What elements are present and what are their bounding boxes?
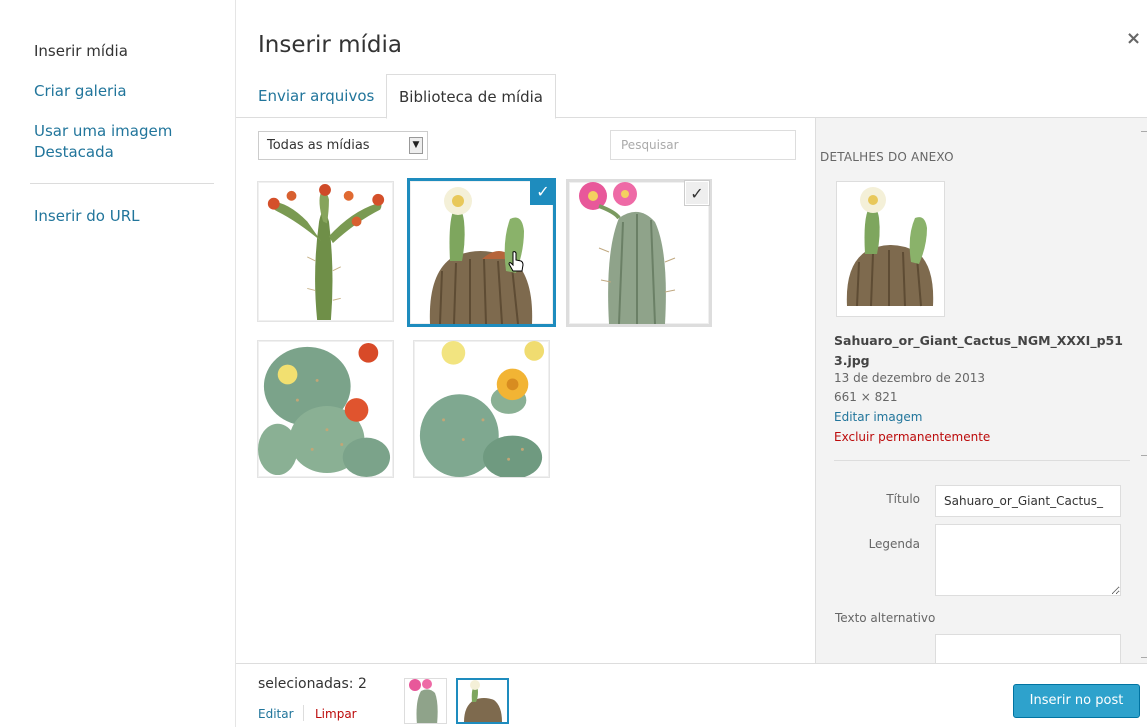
clear-selection-link[interactable]: Limpar	[315, 707, 357, 721]
barrel-cactus-image	[846, 187, 934, 307]
media-menu	[0, 0, 236, 727]
scrollbar[interactable]	[1141, 455, 1147, 456]
details-date: 13 de dezembro de 2013	[834, 371, 986, 385]
media-filter-select[interactable]: Todas as mídias ▼	[258, 131, 428, 160]
menu-item-insert-from-url[interactable]: Inserir do URL	[34, 206, 139, 227]
insert-into-post-button[interactable]: Inserir no post	[1013, 684, 1140, 718]
media-toolbar-bottom	[236, 663, 1147, 727]
details-filename: Sahuaro_or_Giant_Cactus_NGM_XXXI_p513.jp…	[834, 333, 1123, 368]
selection-separator	[303, 705, 304, 721]
title-label: Título	[886, 492, 920, 506]
alt-text-field[interactable]	[935, 634, 1121, 664]
router-tabs: Enviar arquivos Biblioteca de mídia	[236, 74, 1147, 119]
selection-count: selecionadas: 2	[258, 676, 367, 692]
selection-thumbnail[interactable]	[404, 678, 447, 724]
opuntia-orange-flowers-image	[258, 342, 391, 477]
details-thumbnail	[836, 181, 945, 317]
menu-item-insert-media[interactable]: Inserir mídia	[34, 41, 128, 62]
tab-media-library[interactable]: Biblioteca de mídia	[386, 74, 556, 119]
delete-permanently-link[interactable]: Excluir permanentemente	[834, 430, 990, 444]
menu-item-featured-image[interactable]: Usar uma imagem Destacada	[34, 121, 214, 163]
barrel-cactus-image	[464, 680, 502, 722]
edit-selection-link[interactable]: Editar	[258, 707, 294, 721]
checkmark-icon[interactable]: ✓	[684, 180, 710, 206]
alt-text-label: Texto alternativo	[835, 611, 936, 625]
details-dimensions: 661 × 821	[834, 390, 898, 404]
caption-field[interactable]	[935, 524, 1121, 596]
menu-item-create-gallery[interactable]: Criar galeria	[34, 81, 127, 102]
prickly-pear-orange-flowers-image	[267, 184, 385, 320]
modal-title: Inserir mídia	[258, 32, 402, 58]
tab-upload-files[interactable]: Enviar arquivos	[246, 74, 386, 118]
attachment-thumbnail[interactable]	[257, 340, 394, 478]
chevron-down-icon[interactable]: ▼	[409, 137, 423, 154]
scrollbar[interactable]	[1141, 657, 1147, 658]
opuntia-yellow-flowers-image	[419, 341, 545, 477]
selection-thumbnail-active[interactable]	[456, 678, 509, 724]
title-field[interactable]	[935, 485, 1121, 517]
edit-image-link[interactable]: Editar imagem	[834, 410, 922, 424]
search-input[interactable]	[610, 130, 796, 160]
media-filter-value: Todas as mídias	[267, 138, 370, 153]
pink-flower-cactus-image	[409, 679, 438, 723]
menu-separator	[30, 183, 214, 184]
attachment-thumbnail[interactable]	[257, 181, 394, 322]
details-divider	[834, 460, 1130, 461]
details-heading: DETALHES DO ANEXO	[820, 150, 954, 164]
caption-label: Legenda	[868, 537, 920, 551]
checkmark-icon[interactable]: ✓	[530, 179, 556, 205]
scrollbar[interactable]	[1141, 131, 1147, 132]
hand-cursor-icon	[508, 251, 524, 272]
close-icon[interactable]: ×	[1126, 28, 1141, 49]
attachment-thumbnail[interactable]	[413, 340, 550, 478]
